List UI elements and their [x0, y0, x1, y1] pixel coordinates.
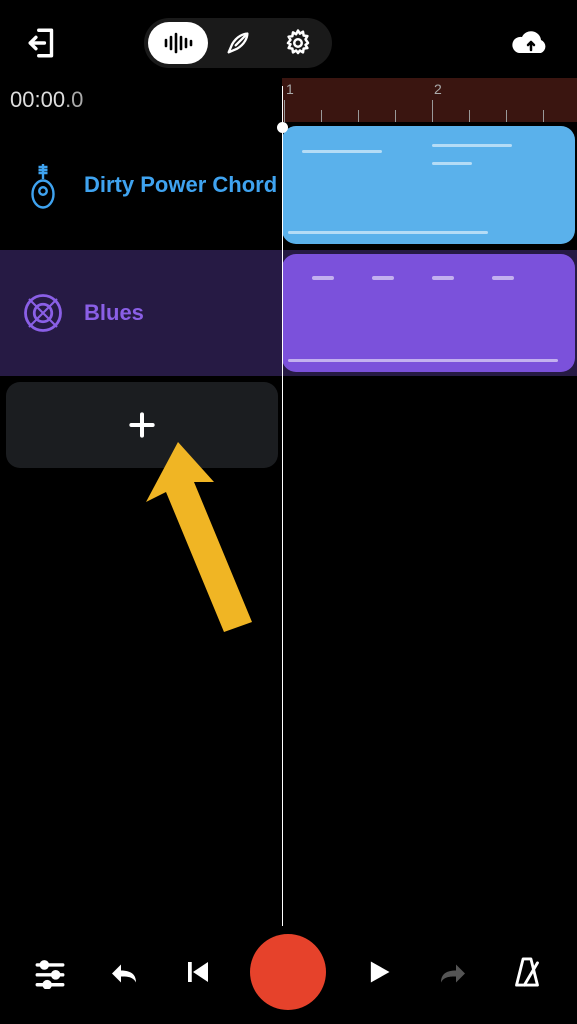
- view-tabs: [144, 18, 332, 68]
- ruler-mark-1: 1: [286, 81, 294, 97]
- transport-bar: [0, 920, 577, 1024]
- time-display: 00:00.0: [0, 87, 282, 113]
- track-header-drums[interactable]: Blues: [0, 250, 282, 376]
- playhead-handle[interactable]: [277, 122, 288, 133]
- timeline-ruler[interactable]: 1 2: [282, 78, 577, 122]
- sliders-icon: [33, 955, 67, 989]
- add-track-button[interactable]: [6, 382, 278, 468]
- redo-icon: [435, 958, 471, 986]
- drum-icon: [22, 292, 64, 334]
- metronome-icon: [511, 955, 543, 989]
- track-label: Dirty Power Chord: [84, 171, 277, 199]
- plus-icon: [126, 409, 158, 441]
- play-icon: [365, 956, 393, 988]
- track-header-guitar[interactable]: Dirty Power Chord: [0, 122, 282, 248]
- cloud-upload-icon: [511, 28, 551, 58]
- tutorial-arrow-icon: [142, 442, 262, 652]
- cloud-upload-button[interactable]: [509, 21, 553, 65]
- guitar-icon: [22, 164, 64, 206]
- undo-button[interactable]: [102, 950, 146, 994]
- track-clip-guitar[interactable]: [282, 126, 575, 244]
- redo-button[interactable]: [431, 950, 475, 994]
- track-row[interactable]: Dirty Power Chord: [0, 122, 577, 248]
- undo-icon: [106, 958, 142, 986]
- skip-previous-icon: [183, 957, 213, 987]
- feather-icon: [224, 29, 252, 57]
- tab-audio[interactable]: [148, 22, 208, 64]
- tab-settings[interactable]: [268, 22, 328, 64]
- track-label: Blues: [84, 299, 144, 327]
- play-button[interactable]: [357, 950, 401, 994]
- back-button[interactable]: [24, 24, 62, 62]
- track-row[interactable]: Blues: [0, 250, 577, 376]
- track-clip-drums[interactable]: [282, 254, 575, 372]
- record-button[interactable]: [250, 934, 326, 1010]
- tab-lyrics[interactable]: [208, 22, 268, 64]
- time-main: 00:00: [10, 87, 65, 112]
- mixer-button[interactable]: [28, 950, 72, 994]
- metronome-button[interactable]: [505, 950, 549, 994]
- ruler-mark-2: 2: [434, 81, 442, 97]
- time-frac: .0: [65, 87, 83, 112]
- waveform-icon: [162, 31, 194, 55]
- gear-icon: [283, 28, 313, 58]
- skip-previous-button[interactable]: [176, 950, 220, 994]
- playhead[interactable]: [282, 86, 283, 926]
